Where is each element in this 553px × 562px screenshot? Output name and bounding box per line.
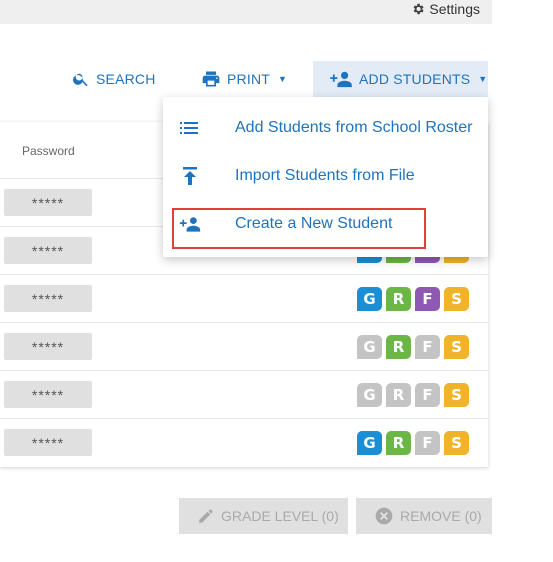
badge-s[interactable]: S	[444, 431, 469, 455]
badge-g[interactable]: G	[357, 431, 382, 455]
grade-level-button[interactable]: GRADE LEVEL (0)	[179, 498, 348, 534]
search-label: SEARCH	[96, 71, 156, 87]
badge-s[interactable]: S	[444, 383, 469, 407]
remove-button[interactable]: REMOVE (0)	[356, 498, 492, 534]
add-students-label: ADD STUDENTS	[359, 71, 471, 87]
table-row: ***** GRFS	[0, 371, 488, 419]
badge-f[interactable]: F	[415, 335, 440, 359]
password-field[interactable]: *****	[4, 189, 92, 216]
upload-icon	[183, 167, 197, 185]
person-add-icon	[179, 217, 201, 232]
badge-group: GRFS	[357, 383, 469, 407]
menu-item-label: Add Students from School Roster	[235, 119, 473, 136]
column-header-password: Password	[22, 144, 75, 158]
menu-item-add-from-roster[interactable]: Add Students from School Roster	[163, 104, 488, 152]
remove-label: REMOVE (0)	[400, 508, 482, 524]
badge-s[interactable]: S	[444, 335, 469, 359]
menu-item-import-from-file[interactable]: Import Students from File	[163, 152, 488, 200]
settings-label: Settings	[429, 0, 480, 17]
menu-item-create-new-student[interactable]: Create a New Student	[163, 200, 488, 248]
badge-g[interactable]: G	[357, 383, 382, 407]
badge-s[interactable]: S	[444, 287, 469, 311]
settings-link[interactable]: Settings	[411, 0, 480, 17]
badge-r[interactable]: R	[386, 383, 411, 407]
caret-down-icon: ▼	[278, 74, 288, 84]
badge-group: GRFS	[357, 287, 469, 311]
menu-item-label: Create a New Student	[235, 215, 393, 232]
person-add-icon	[330, 71, 352, 88]
badge-f[interactable]: F	[415, 383, 440, 407]
search-icon	[73, 73, 88, 87]
list-icon	[180, 122, 198, 134]
printer-icon	[202, 71, 220, 87]
caret-down-icon: ▼	[478, 74, 488, 84]
badge-f[interactable]: F	[415, 287, 440, 311]
badge-r[interactable]: R	[386, 431, 411, 455]
password-field[interactable]: *****	[4, 237, 92, 264]
badge-g[interactable]: G	[357, 287, 382, 311]
gear-icon	[413, 3, 425, 14]
add-students-button[interactable]: ADD STUDENTS ▼	[313, 61, 488, 97]
grade-level-label: GRADE LEVEL (0)	[221, 508, 339, 524]
password-field[interactable]: *****	[4, 381, 92, 408]
badge-group: GRFS	[357, 431, 469, 455]
badge-f[interactable]: F	[415, 431, 440, 455]
password-field[interactable]: *****	[4, 333, 92, 360]
add-students-menu: Add Students from School Roster Import S…	[163, 97, 488, 257]
cancel-icon	[375, 507, 393, 525]
password-field[interactable]: *****	[4, 285, 92, 312]
pencil-icon	[199, 509, 213, 523]
password-field[interactable]: *****	[4, 429, 92, 456]
table-row: ***** GRFS	[0, 419, 488, 467]
table-row: ***** GRFS	[0, 323, 488, 371]
table-row: ***** GRFS	[0, 275, 488, 323]
print-label: PRINT	[227, 71, 270, 87]
badge-r[interactable]: R	[386, 287, 411, 311]
top-bar: Settings	[0, 0, 492, 24]
badge-group: GRFS	[357, 335, 469, 359]
menu-item-label: Import Students from File	[235, 167, 415, 184]
search-button[interactable]: SEARCH	[72, 68, 156, 90]
print-button[interactable]: PRINT ▼	[201, 68, 287, 90]
badge-g[interactable]: G	[357, 335, 382, 359]
badge-r[interactable]: R	[386, 335, 411, 359]
